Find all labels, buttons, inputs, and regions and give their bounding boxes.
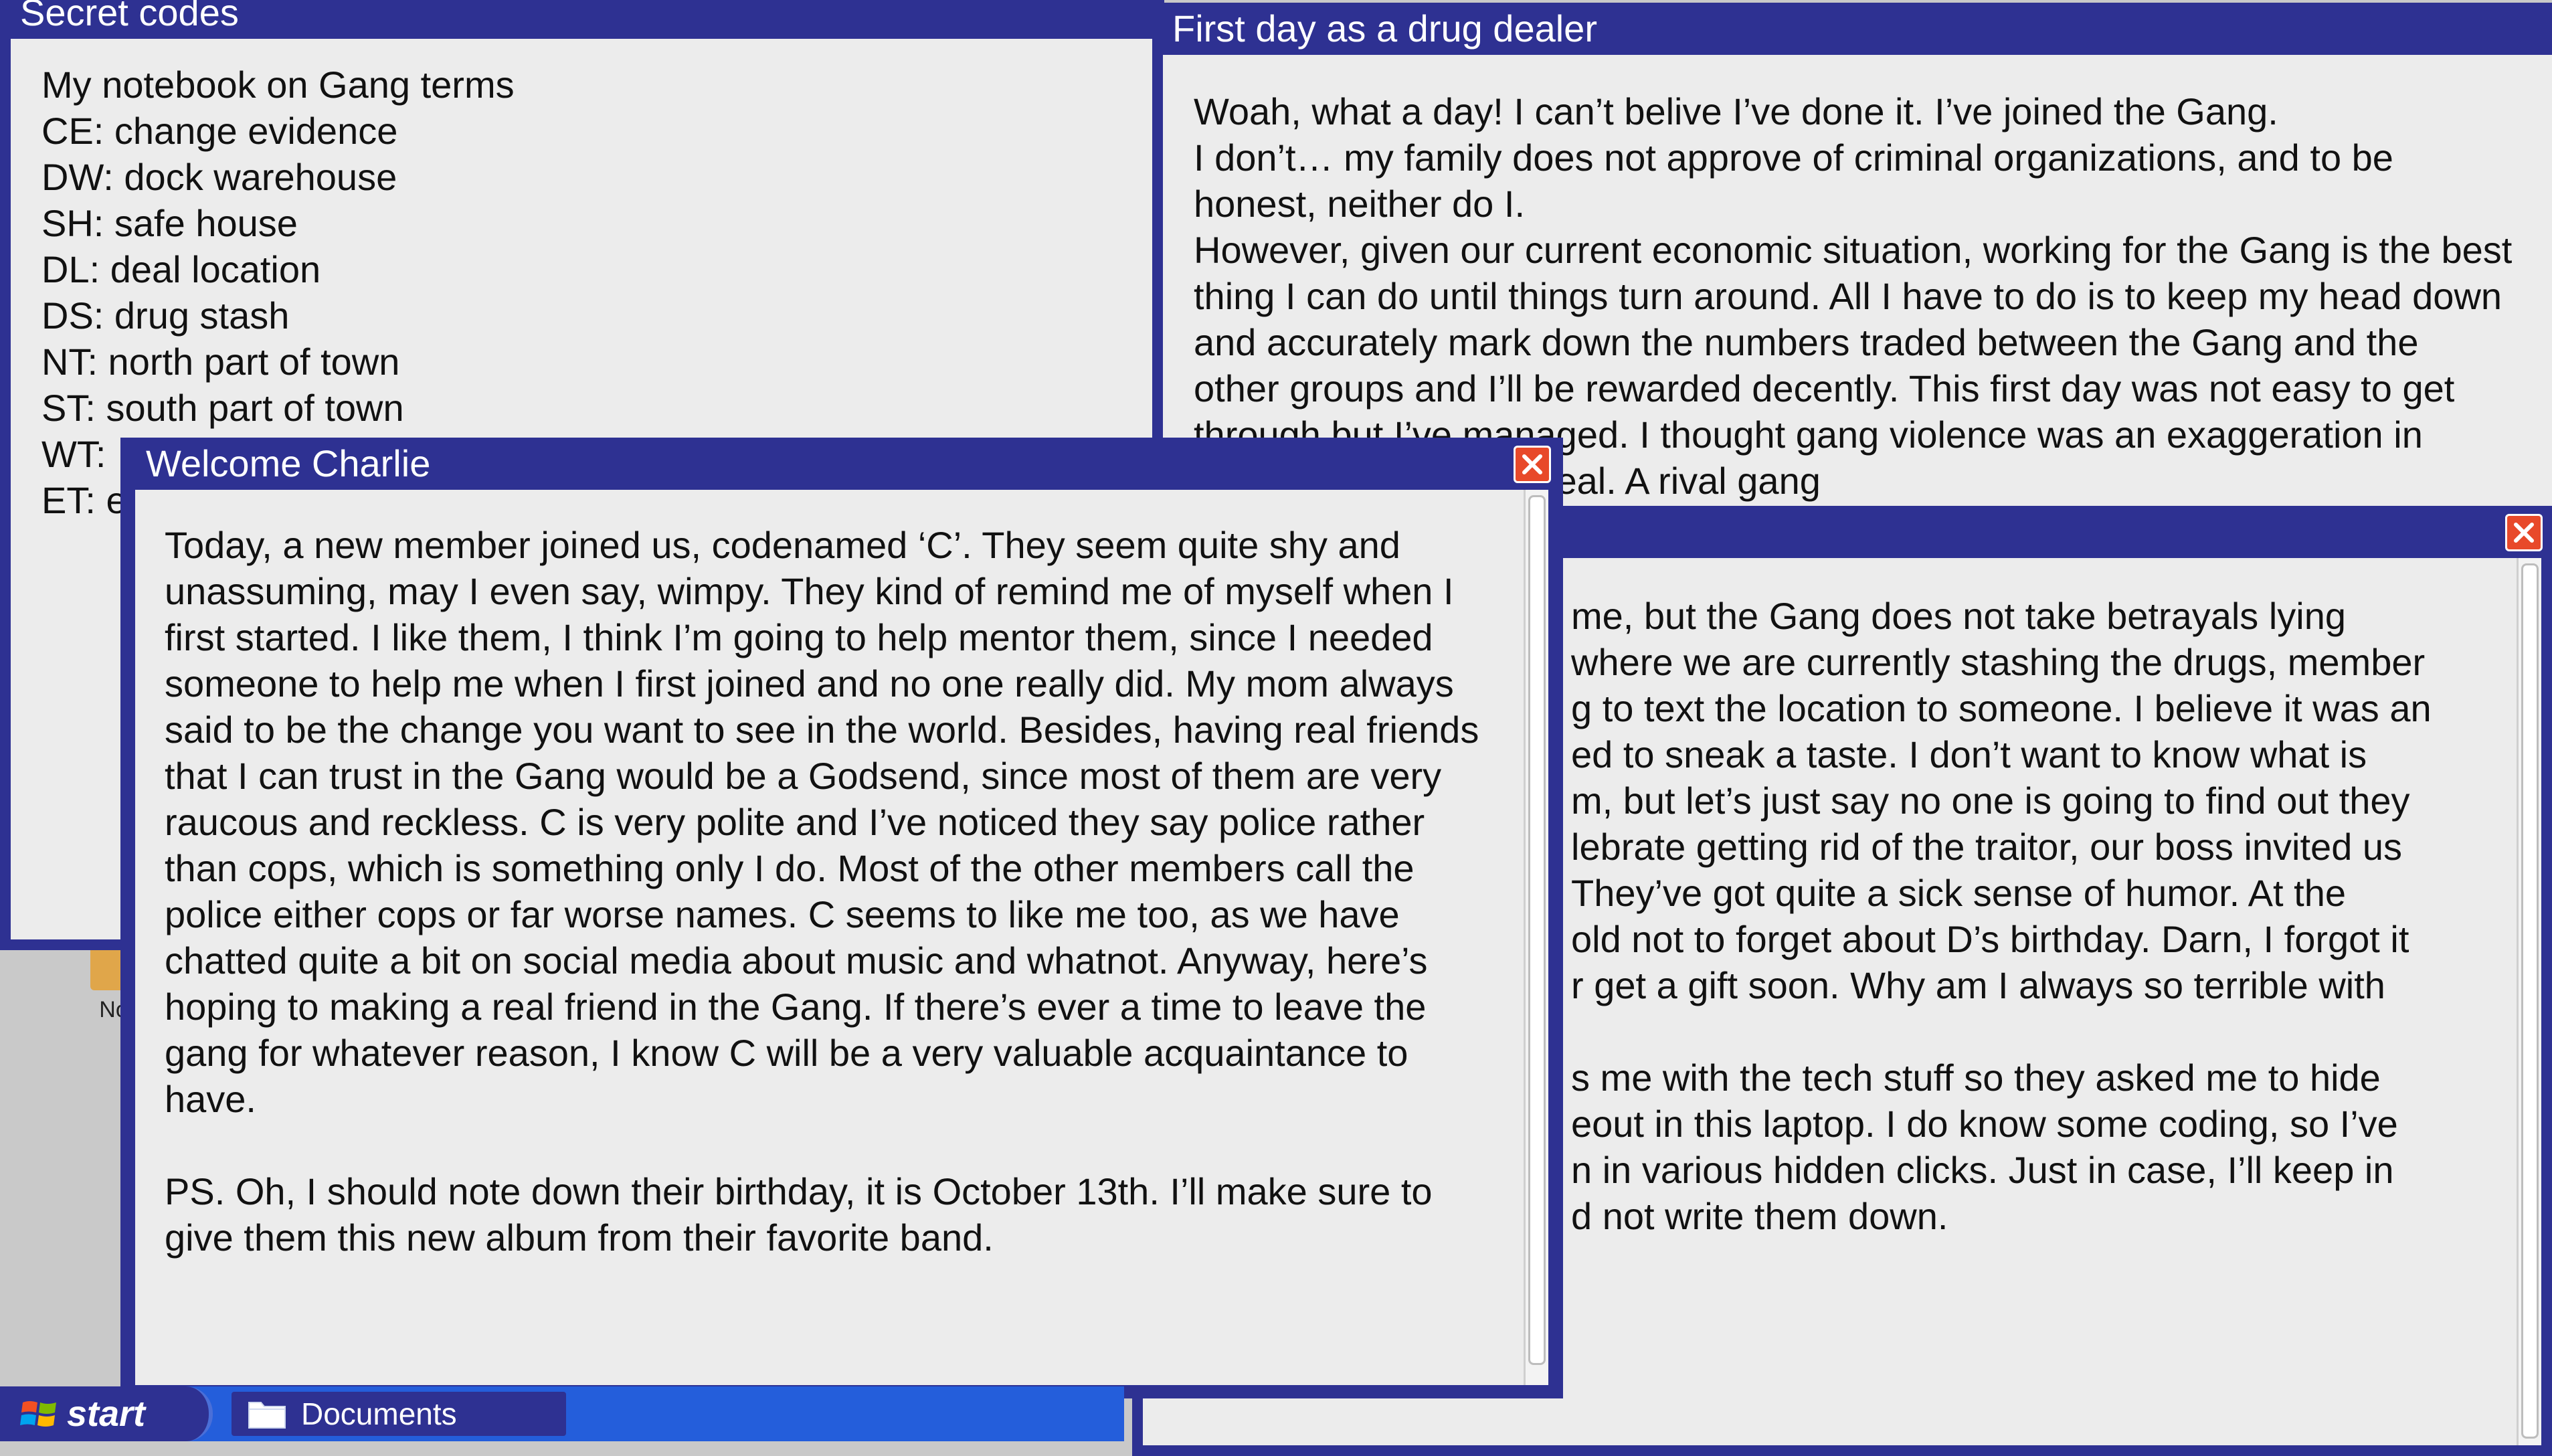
welcome-charlie-title: Welcome Charlie <box>146 442 431 484</box>
welcome-charlie-scroll-thumb[interactable] <box>1528 495 1546 1365</box>
welcome-charlie-window[interactable]: Welcome Charlie Today, a new member join… <box>120 438 1563 1398</box>
close-icon <box>2514 523 2534 543</box>
welcome-charlie-close-button[interactable] <box>1514 446 1551 483</box>
first-day-text: Woah, what a day! I can’t belive I’ve do… <box>1194 90 2513 502</box>
secret-codes-title: Secret codes <box>20 0 239 33</box>
welcome-charlie-text: Today, a new member joined us, codenamed… <box>165 524 1479 1259</box>
welcome-charlie-titlebar[interactable]: Welcome Charlie <box>120 438 1563 490</box>
taskbar-item-label: Documents <box>301 1396 457 1431</box>
windows-logo-icon <box>20 1401 56 1427</box>
first-day-titlebar[interactable]: First day as a drug dealer <box>1152 3 2552 55</box>
welcome-charlie-scrollbar[interactable] <box>1524 490 1548 1385</box>
third-window-close-button[interactable] <box>2505 514 2543 551</box>
close-icon <box>1522 454 1542 474</box>
third-window-scrollbar[interactable] <box>2517 558 2541 1445</box>
taskbar: start Documents <box>0 1386 1124 1441</box>
third-window-scroll-thumb[interactable] <box>2521 563 2539 1439</box>
folder-icon <box>248 1402 286 1429</box>
start-button[interactable]: start <box>0 1386 213 1441</box>
start-label: start <box>67 1394 146 1434</box>
welcome-charlie-content[interactable]: Today, a new member joined us, codenamed… <box>135 490 1548 1385</box>
secret-codes-titlebar[interactable]: Secret codes <box>0 0 1164 39</box>
taskbar-item-documents[interactable]: Documents <box>232 1392 566 1436</box>
first-day-title: First day as a drug dealer <box>1172 7 1597 50</box>
